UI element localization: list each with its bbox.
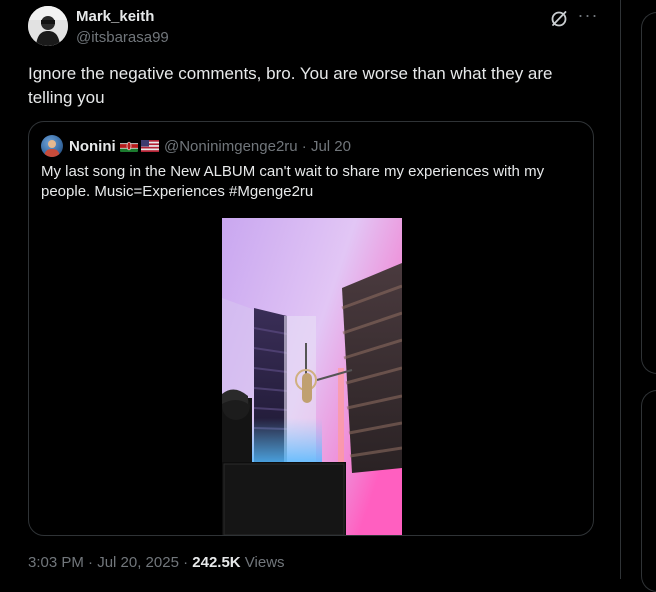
author-handle[interactable]: @itsbarasa99 <box>76 29 169 46</box>
flag-emojis <box>120 139 160 158</box>
quoted-handle-date[interactable]: @Noninimgenge2ru · Jul 20 <box>164 138 351 155</box>
author-name[interactable]: Mark_keith <box>76 8 154 25</box>
quoted-author-name[interactable]: Nonini <box>69 138 116 155</box>
sidebar-card <box>641 12 656 374</box>
quoted-text: My last song in the New ALBUM can't wait… <box>41 163 545 200</box>
avatar[interactable] <box>28 6 68 46</box>
tweet-timestamp[interactable]: 3:03 PM · Jul 20, 2025 · <box>28 554 192 571</box>
us-flag-icon <box>141 140 159 152</box>
tweet-header: Mark_keith @itsbarasa99 ··· <box>28 5 604 50</box>
more-icon[interactable]: ··· <box>574 5 602 25</box>
tweet-meta: 3:03 PM · Jul 20, 2025 · 242.5K Views <box>28 554 285 571</box>
quoted-tweet[interactable]: Nonini @Noninimgenge2ru · Jul 20 My last… <box>28 121 594 536</box>
views-label: Views <box>240 554 285 571</box>
grok-icon[interactable] <box>549 9 569 29</box>
video-thumbnail[interactable] <box>222 218 402 535</box>
sidebar-card <box>641 390 656 592</box>
tweet-text: Ignore the negative comments, bro. You a… <box>28 64 553 107</box>
quoted-avatar[interactable] <box>41 135 63 157</box>
kenya-flag-icon <box>120 140 138 152</box>
views-count: 242.5K <box>192 554 241 571</box>
